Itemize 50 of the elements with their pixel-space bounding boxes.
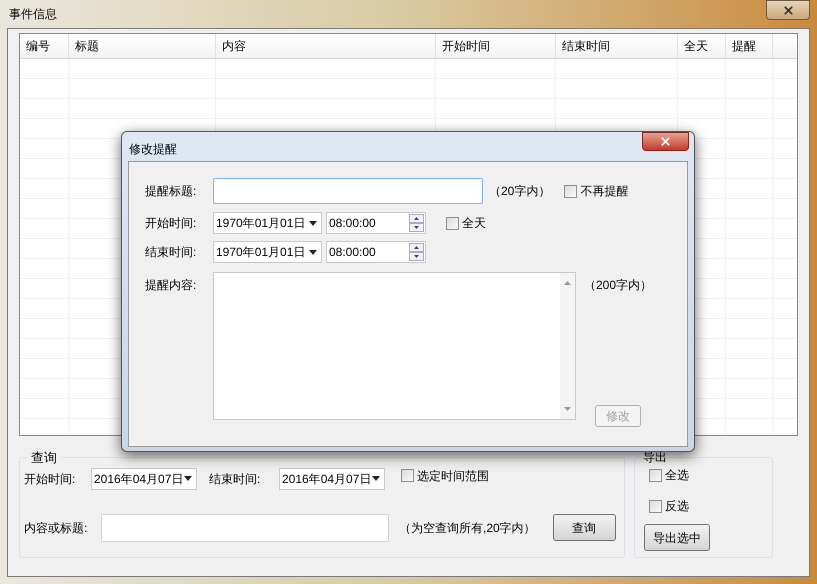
checkbox-label: 全天 bbox=[462, 215, 486, 232]
date-picker[interactable]: 1970年01月01日 bbox=[213, 241, 322, 263]
spinner-arrows-icon bbox=[409, 214, 424, 232]
column-header[interactable]: 结束时间 bbox=[556, 34, 678, 58]
field-label: 开始时间: bbox=[145, 215, 198, 232]
checkbox-label: 全选 bbox=[665, 467, 689, 484]
time-spinner[interactable]: 08:00:00 bbox=[326, 241, 426, 263]
checkbox[interactable] bbox=[401, 469, 414, 482]
reminder-title-input[interactable] bbox=[213, 178, 483, 204]
dropdown-arrow-icon bbox=[309, 250, 317, 254]
field-label: 结束时间: bbox=[209, 470, 262, 488]
dropdown-arrow-icon bbox=[184, 476, 192, 481]
group-title: 查询 bbox=[30, 449, 58, 467]
column-header[interactable]: 编号 bbox=[20, 34, 69, 58]
column-header[interactable]: 提醒 bbox=[726, 34, 773, 58]
dialog-title: 修改提醒 bbox=[129, 141, 177, 158]
date-picker[interactable]: 2016年04月07日 bbox=[279, 468, 385, 490]
spinner-arrows-icon bbox=[409, 243, 424, 261]
hint-text: （200字内） bbox=[584, 277, 652, 294]
dropdown-arrow-icon bbox=[372, 476, 380, 481]
column-header[interactable]: 内容 bbox=[216, 34, 436, 58]
date-picker[interactable]: 2016年04月07日 bbox=[91, 468, 197, 490]
column-header[interactable]: 开始时间 bbox=[436, 34, 556, 58]
field-label: 提醒标题: bbox=[145, 183, 198, 200]
column-header[interactable]: 全天 bbox=[678, 34, 726, 58]
checkbox[interactable] bbox=[446, 216, 459, 230]
checkbox-label: 反选 bbox=[665, 498, 689, 515]
close-button[interactable] bbox=[766, 0, 810, 20]
field-label: 开始时间: bbox=[24, 470, 76, 488]
close-icon bbox=[782, 4, 794, 16]
field-label: 提醒内容: bbox=[145, 277, 198, 294]
checkbox[interactable] bbox=[649, 468, 662, 482]
hint-text: （为空查询所有,20字内） bbox=[399, 520, 536, 536]
date-picker[interactable]: 1970年01月01日 bbox=[213, 212, 322, 234]
window-title: 事件信息 bbox=[9, 6, 57, 23]
close-icon bbox=[659, 135, 672, 148]
export-button[interactable]: 导出选中 bbox=[644, 524, 710, 551]
checkbox-label: 选定时间范围 bbox=[417, 468, 489, 484]
dropdown-arrow-icon bbox=[309, 220, 317, 226]
checkbox[interactable] bbox=[649, 500, 662, 512]
field-label: 结束时间: bbox=[145, 244, 198, 261]
field-label: 内容或标题: bbox=[24, 520, 88, 536]
column-header[interactable]: 标题 bbox=[69, 34, 216, 58]
time-spinner[interactable]: 08:00:00 bbox=[326, 212, 426, 234]
checkbox[interactable] bbox=[564, 184, 578, 198]
query-button[interactable]: 查询 bbox=[552, 514, 616, 541]
keyword-input[interactable] bbox=[101, 514, 389, 542]
hint-text: （20字内） bbox=[489, 183, 550, 200]
close-button[interactable] bbox=[642, 132, 689, 151]
checkbox-label: 不再提醒 bbox=[580, 183, 628, 200]
